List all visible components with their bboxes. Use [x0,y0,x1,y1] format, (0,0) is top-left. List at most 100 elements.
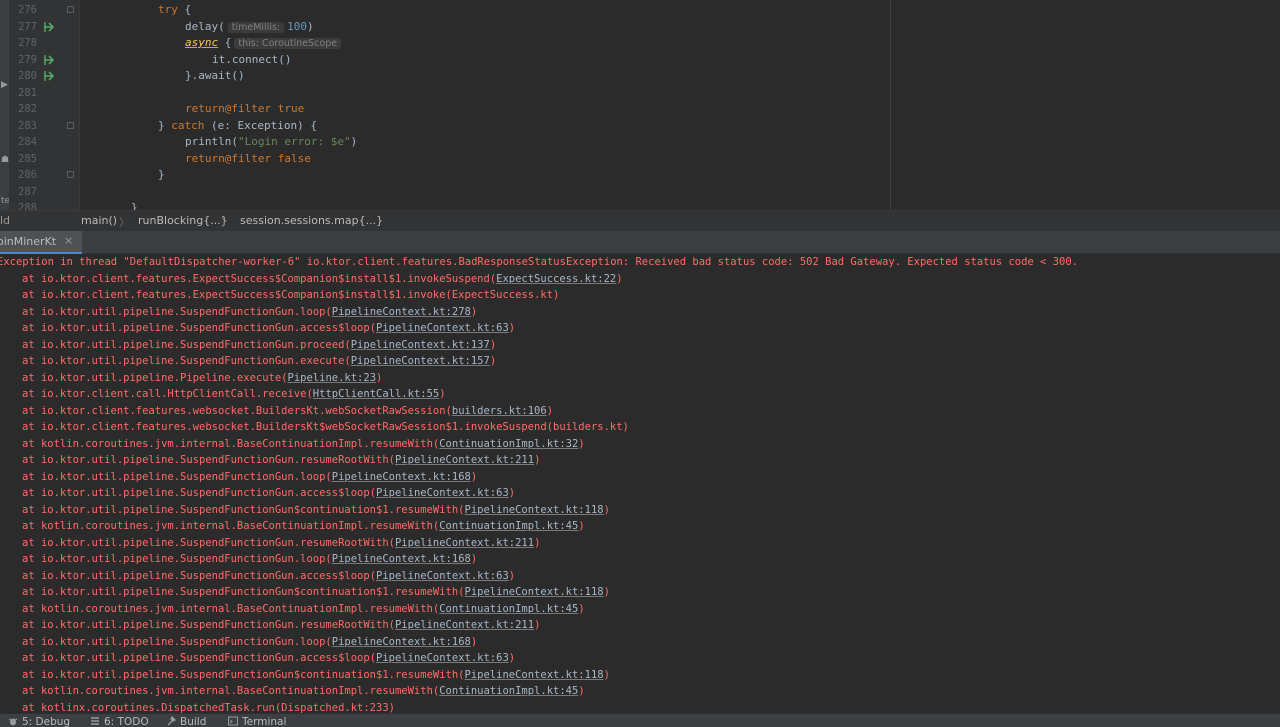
stack-frame-line: at io.ktor.util.pipeline.SuspendFunction… [22,452,540,469]
stack-frame-text: at io.ktor.util.pipeline.SuspendFunction… [22,619,395,631]
source-link[interactable]: PipelineContext.kt:157 [351,355,490,367]
stack-frame-close: ) [508,569,516,582]
source-link[interactable]: PipelineContext.kt:211 [395,454,534,466]
source-link[interactable]: HttpClientCall.kt:55 [313,388,439,400]
console-output[interactable]: Exception in thread "DefaultDispatcher-w… [0,254,1280,713]
source-link[interactable]: PipelineContext.kt:168 [332,471,471,483]
tool-window-build[interactable]: Build [166,716,206,727]
stack-frame-line: at kotlin.coroutines.jvm.internal.BaseCo… [22,518,585,535]
stack-frame-line: at kotlin.coroutines.jvm.internal.BaseCo… [22,601,585,618]
source-link[interactable]: PipelineContext.kt:137 [351,339,490,351]
breadcrumb-item[interactable]: runBlocking{...} [138,214,228,227]
source-link[interactable]: PipelineContext.kt:63 [376,322,509,334]
code-line: 277 delay(timeMillis: 100) [0,19,1280,36]
line-number: 280 [18,70,37,82]
suspend-call-icon [42,68,56,85]
code-text: } [158,168,165,181]
code-punct: (e: Exception) { [204,118,317,132]
line-number: 282 [18,103,37,115]
stack-frame-text: at io.ktor.util.pipeline.SuspendFunction… [22,338,351,351]
stack-frame-close: ) [489,338,497,351]
source-link[interactable]: Pipeline.kt:23 [288,372,377,384]
stack-frame-close: ) [534,619,541,631]
source-link[interactable]: PipelineContext.kt:278 [332,306,471,318]
stack-frame-line: at io.ktor.util.pipeline.SuspendFunction… [22,568,515,585]
label: @filter [224,102,272,115]
breadcrumb-item[interactable]: main() [81,214,117,227]
stack-frame-text: at io.ktor.client.features.websocket.Bui… [22,421,629,433]
stack-frame-line: at io.ktor.util.pipeline.SuspendFunction… [22,650,515,667]
source-link[interactable]: PipelineContext.kt:211 [395,537,534,549]
left-strip-marker-4[interactable]: ld [0,214,10,227]
debug-icon [8,718,18,726]
stack-frame-close: ) [508,652,516,664]
stack-frame-close: ) [470,553,478,565]
source-link[interactable]: ContinuationImpl.kt:45 [439,520,578,532]
code-line: 285 return@filter false [0,151,1280,168]
stack-frame-close: ) [534,454,541,466]
stack-frame-close: ) [470,470,478,483]
code-text: try { [158,2,191,19]
fold-marker-icon[interactable] [67,6,74,13]
source-link[interactable]: ContinuationImpl.kt:45 [439,685,578,697]
stack-frame-close: ) [508,322,516,334]
code-line: 276 try { [0,2,1280,19]
receiver-hint: this: CoroutineScope [234,38,342,49]
source-link[interactable]: ExpectSuccess.kt:22 [496,273,616,285]
keyword: false [271,151,311,165]
stack-frame-text: at io.ktor.util.pipeline.SuspendFunction… [22,355,351,367]
source-link[interactable]: PipelineContext.kt:63 [376,487,509,499]
tool-window-label: Terminal [242,716,287,727]
breadcrumb-item[interactable]: session.sessions.map{...} [240,214,383,227]
function-call: println( [185,135,238,148]
stack-frame-text: at io.ktor.util.pipeline.SuspendFunction… [22,305,332,318]
source-link[interactable]: PipelineContext.kt:168 [332,553,471,565]
stack-frame-line: at io.ktor.util.pipeline.SuspendFunction… [22,617,540,634]
source-link[interactable]: PipelineContext.kt:118 [465,504,604,516]
suspend-call-icon [42,52,56,69]
close-icon[interactable]: × [64,234,73,247]
code-text: return@filter true [185,101,304,118]
source-link[interactable]: ContinuationImpl.kt:32 [439,438,578,450]
source-link[interactable]: PipelineContext.kt:211 [395,619,534,631]
source-link[interactable]: PipelineContext.kt:63 [376,570,509,582]
line-number: 288 [18,202,37,210]
stack-frame-line: at io.ktor.client.features.ExpectSuccess… [22,271,623,288]
source-link[interactable]: PipelineContext.kt:118 [465,586,604,598]
code-text: delay(timeMillis: 100) [185,19,314,37]
source-link[interactable]: builders.kt:106 [452,405,547,417]
source-link[interactable]: PipelineContext.kt:118 [465,669,604,681]
label: @filter [224,151,272,165]
code-editor[interactable]: ▶ ☗ te 276 try { 277 delay(timeMillis: 10… [0,0,1280,210]
stack-frame-line: at kotlin.coroutines.jvm.internal.BaseCo… [22,683,585,700]
tool-window-label: 5: Debug [22,716,71,727]
stack-frame-close: ) [616,272,623,285]
breadcrumb: ld main() 〉 runBlocking{...} 〉 session.s… [0,210,1280,231]
tool-window-debug[interactable]: 5: Debug [8,716,70,727]
run-tab[interactable]: oinMinerKt × [0,231,82,254]
line-number: 284 [18,136,37,148]
tool-window-label: Build [180,716,207,727]
tool-window-terminal[interactable]: Terminal [228,716,286,727]
code-punct: ) [350,135,358,148]
suspend-call-icon [42,19,56,36]
function-call: delay( [185,19,225,33]
line-number: 287 [18,185,37,198]
stack-frame-close: ) [603,586,610,598]
stack-frame-line: at io.ktor.util.pipeline.SuspendFunction… [22,485,515,502]
parameter-hint: timeMillis: [227,21,285,33]
tool-window-todo[interactable]: 6: TODO [90,716,149,727]
stack-frame-text: at io.ktor.util.pipeline.SuspendFunction… [22,635,332,648]
fold-marker-icon[interactable] [67,171,74,178]
line-number: 277 [18,20,37,33]
stack-frame-text: at io.ktor.util.pipeline.SuspendFunction… [22,470,332,483]
source-link[interactable]: ContinuationImpl.kt:45 [439,603,578,615]
code-line: 282 return@filter true [0,101,1280,118]
line-number: 281 [18,86,37,99]
console-error-line: Exception in thread "DefaultDispatcher-w… [0,256,1078,268]
source-link[interactable]: PipelineContext.kt:63 [376,652,509,664]
fold-marker-icon[interactable] [67,121,74,129]
stack-frame-text: at io.ktor.client.call.HttpClientCall.re… [22,388,313,400]
string-literal: "Login error: $e" [237,135,351,148]
source-link[interactable]: PipelineContext.kt:168 [332,636,471,648]
